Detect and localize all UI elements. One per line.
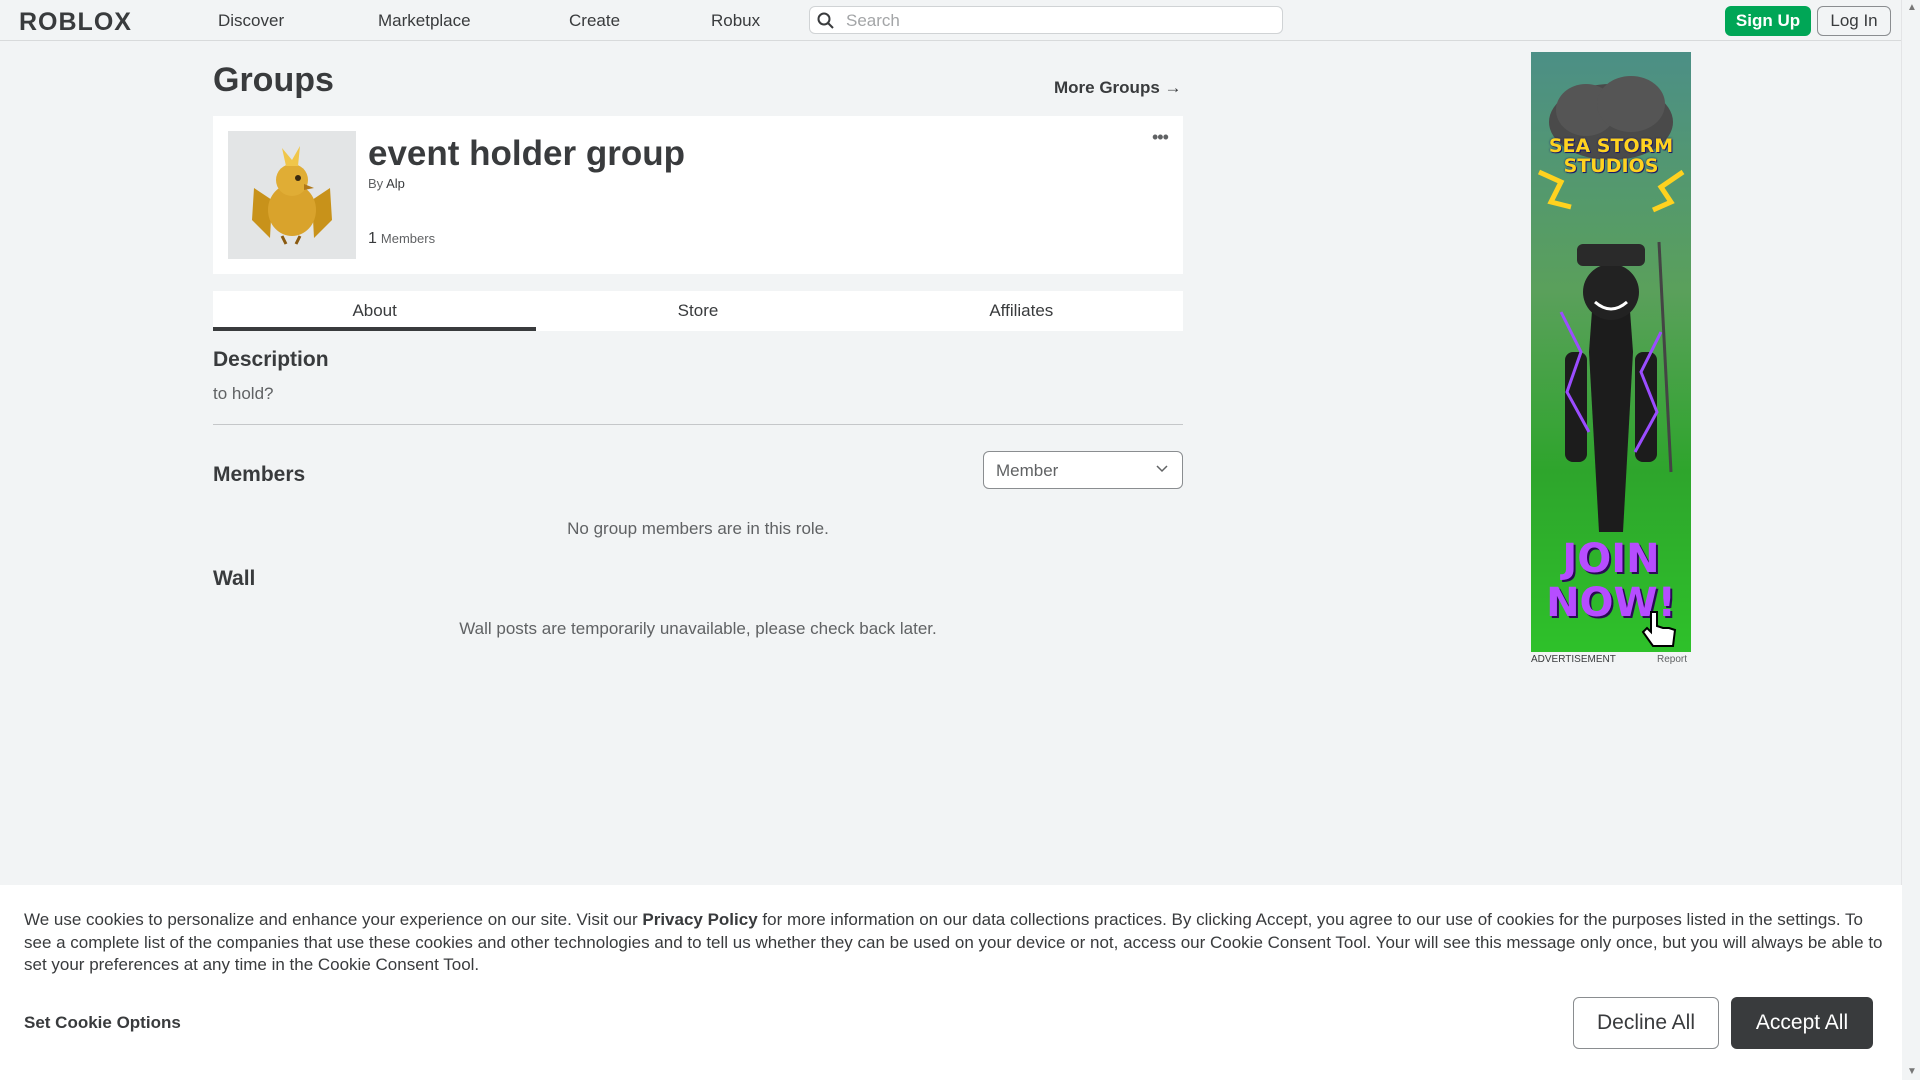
accept-all-button[interactable]: Accept All xyxy=(1731,997,1873,1049)
group-tabs: About Store Affiliates xyxy=(213,291,1183,331)
group-description: to hold? xyxy=(213,384,274,403)
tab-about[interactable]: About xyxy=(213,291,537,331)
top-nav-bar: ROBLOX Discover Marketplace Create Robux… xyxy=(0,0,1902,41)
tab-store[interactable]: Store xyxy=(536,291,859,331)
chevron-down-icon xyxy=(1156,465,1168,473)
ad-report-link[interactable]: Report xyxy=(1657,654,1687,665)
sign-up-button[interactable]: Sign Up xyxy=(1725,6,1811,36)
cookie-consent-banner: We use cookies to personalize and enhanc… xyxy=(0,885,1902,1080)
page-title: Groups xyxy=(213,61,334,99)
search-icon xyxy=(817,12,834,29)
group-name: event holder group xyxy=(368,134,685,173)
wall-unavailable-message: Wall posts are temporarily unavailable, … xyxy=(459,619,937,638)
log-in-button[interactable]: Log In xyxy=(1817,6,1891,36)
pointer-hand-icon xyxy=(1641,611,1677,647)
group-header-card: event holder group By Alp 1 Members ••• xyxy=(213,116,1183,274)
nav-create[interactable]: Create xyxy=(569,11,620,31)
group-emblem xyxy=(228,131,356,259)
search-input[interactable] xyxy=(844,9,1278,33)
members-heading: Members xyxy=(213,463,306,486)
tab-affiliates[interactable]: Affiliates xyxy=(860,291,1183,331)
member-count: 1 Members xyxy=(368,230,435,248)
role-dropdown-value: Member xyxy=(996,461,1059,480)
advertisement-label: ADVERTISEMENT xyxy=(1531,654,1616,665)
ad-brand-text: SEA STORM STUDIOS xyxy=(1548,135,1674,177)
member-count-value: 1 xyxy=(368,230,377,247)
group-owner-line: By Alp xyxy=(368,176,405,191)
members-empty-message: No group members are in this role. xyxy=(567,519,829,538)
more-options-icon[interactable]: ••• xyxy=(1152,127,1169,148)
member-count-label: Members xyxy=(380,231,436,246)
wall-heading: Wall xyxy=(213,567,256,590)
cookie-message: We use cookies to personalize and enhanc… xyxy=(24,910,1883,974)
by-label: By xyxy=(368,176,384,191)
more-groups-link[interactable]: More Groups → xyxy=(1054,78,1182,98)
group-owner-link[interactable]: Alp xyxy=(386,176,405,191)
privacy-policy-link[interactable]: Privacy Policy xyxy=(642,910,757,929)
scroll-up-icon[interactable]: ▲ xyxy=(1907,2,1917,13)
page-scrollbar[interactable]: ▲ ▼ xyxy=(1901,0,1920,1080)
role-dropdown[interactable]: Member xyxy=(983,451,1183,489)
search-box[interactable] xyxy=(809,6,1283,34)
description-heading: Description xyxy=(213,348,329,371)
nav-marketplace[interactable]: Marketplace xyxy=(378,11,471,31)
set-cookie-options-link[interactable]: Set Cookie Options xyxy=(24,1013,181,1033)
advertisement-banner[interactable]: SEA STORM STUDIOS JOIN NOW! xyxy=(1531,52,1691,652)
nav-robux[interactable]: Robux xyxy=(711,11,760,31)
nav-discover[interactable]: Discover xyxy=(218,11,284,31)
decline-all-button[interactable]: Decline All xyxy=(1573,997,1719,1049)
scroll-down-icon[interactable]: ▼ xyxy=(1907,1066,1917,1077)
section-divider xyxy=(213,424,1183,425)
roblox-logo[interactable]: ROBLOX xyxy=(19,8,132,37)
golden-bird-icon xyxy=(252,146,332,245)
